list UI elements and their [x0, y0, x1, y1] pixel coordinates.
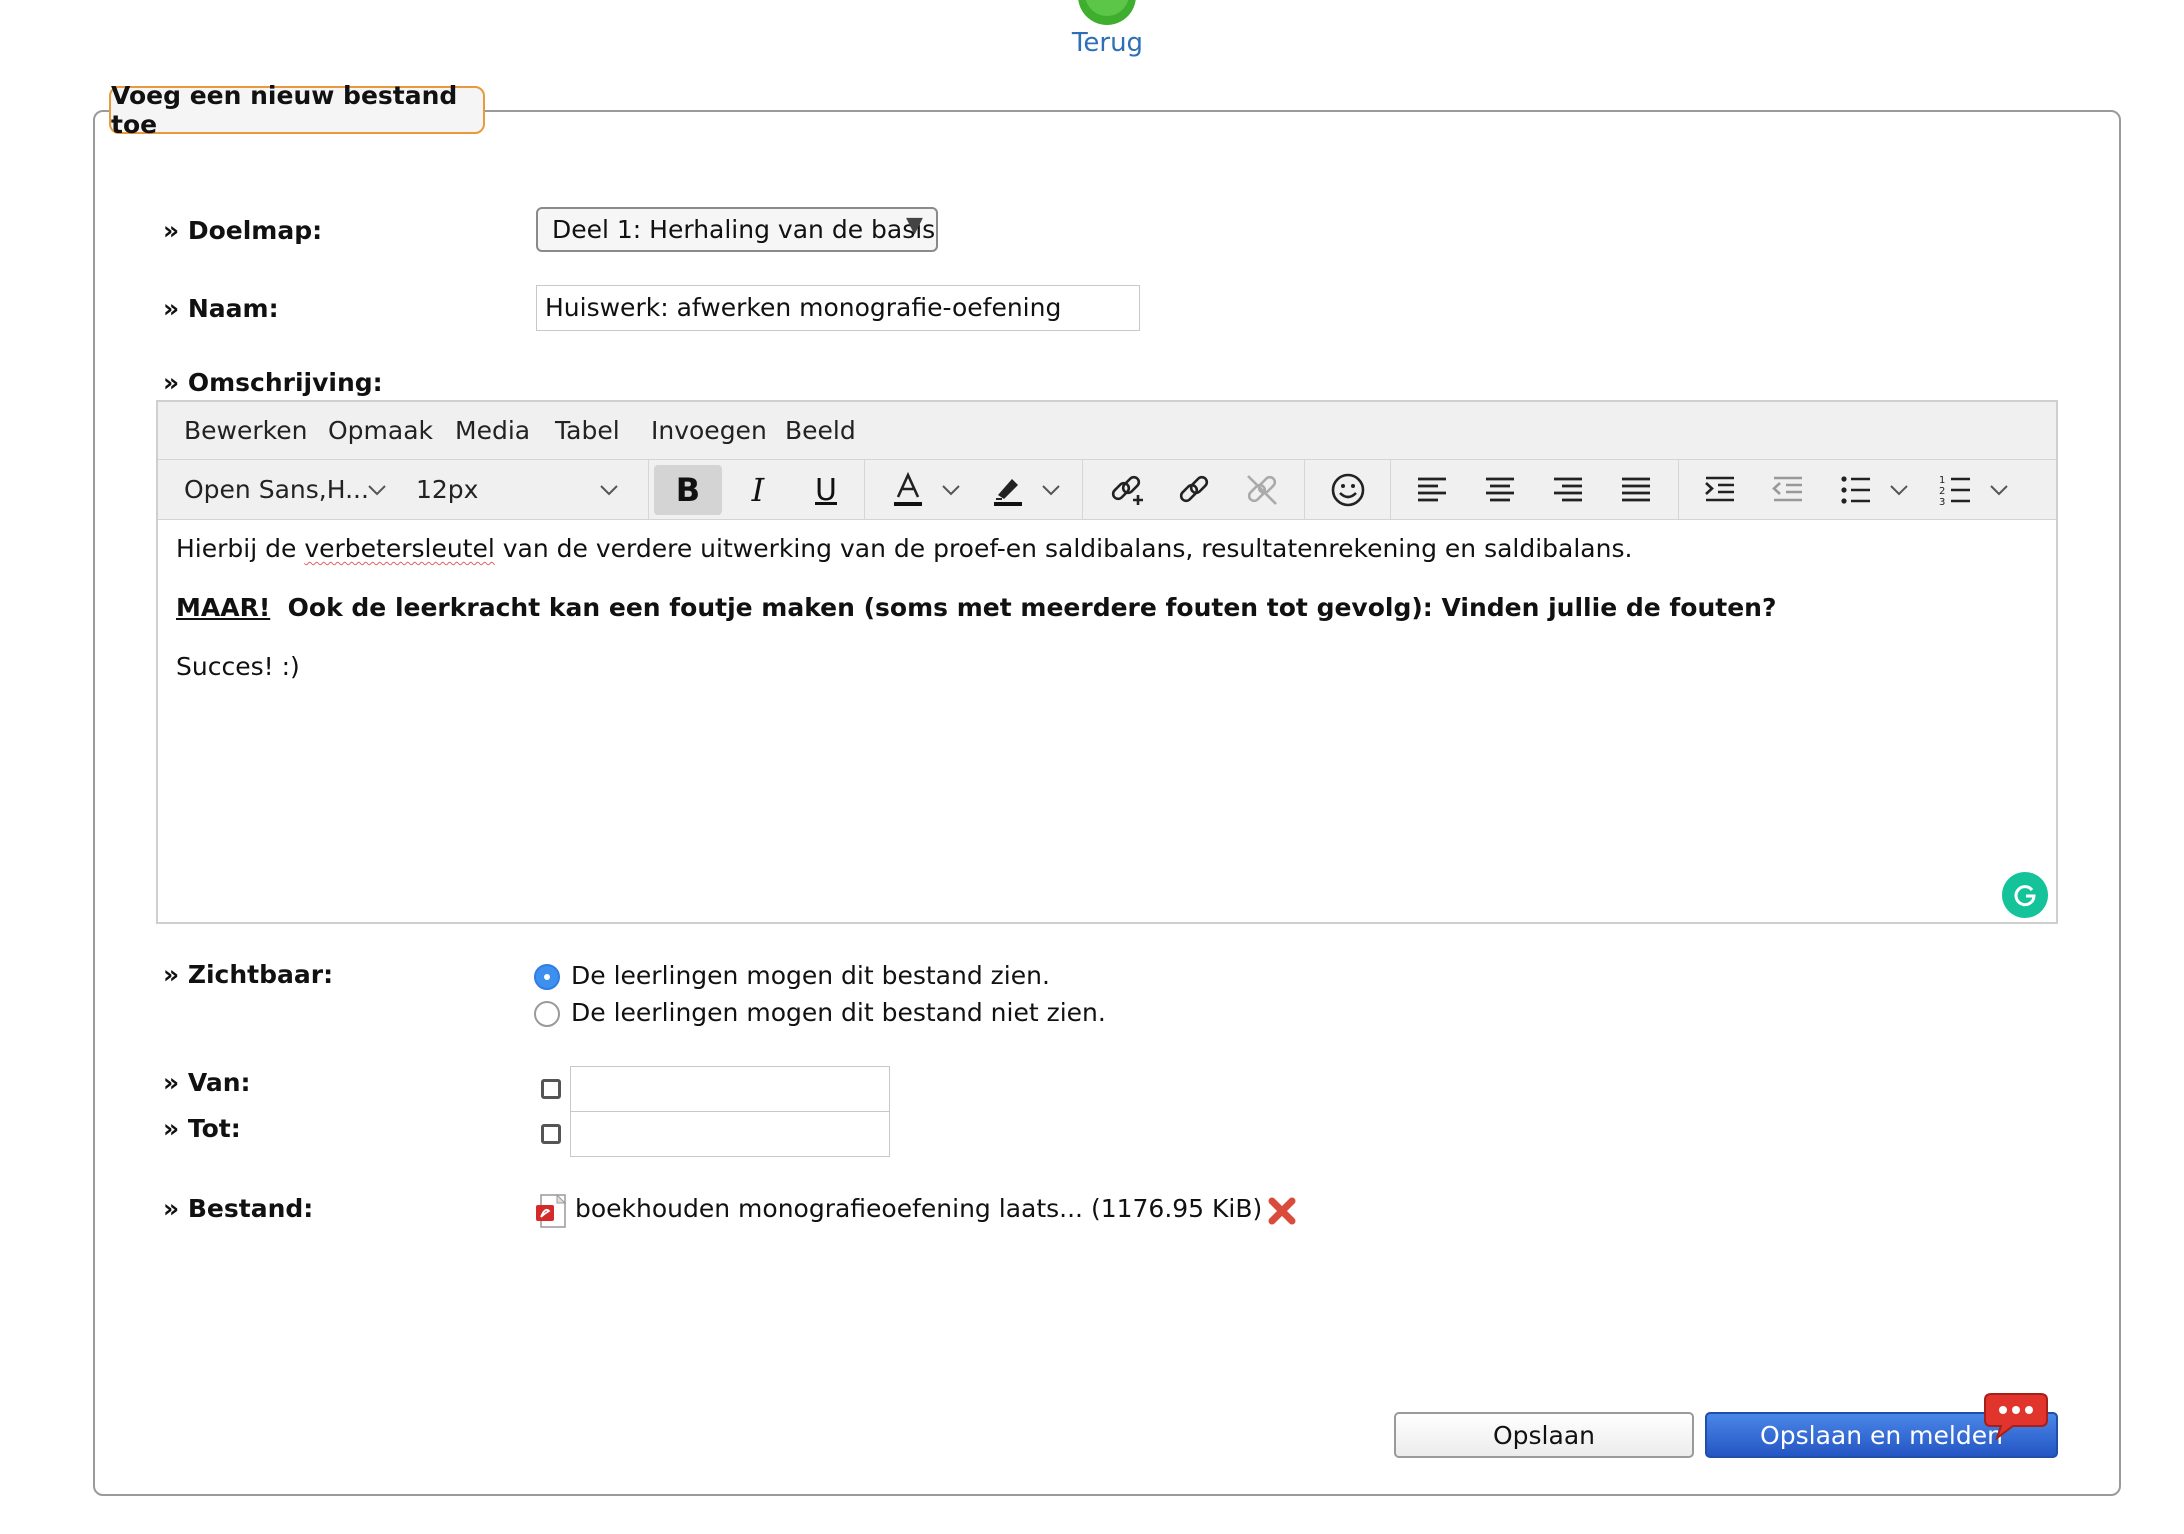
pdf-icon	[535, 1193, 569, 1233]
toolbar-divider	[1304, 460, 1305, 519]
toolbar-divider	[1678, 460, 1679, 519]
emoticons-icon[interactable]	[1320, 465, 1376, 515]
description-label: » Omschrijving:	[163, 368, 383, 397]
svg-text:1: 1	[1939, 475, 1945, 486]
chevron-down-icon[interactable]	[1036, 465, 1066, 515]
content-paragraph: Hierbij de verbetersleutel van de verder…	[176, 534, 1633, 563]
editor-toolbar: Open Sans,H... 12px B I U 1 2 3	[158, 460, 2056, 520]
indent-icon[interactable]	[1692, 465, 1748, 515]
chevron-down-icon[interactable]	[1984, 465, 2014, 515]
bullet-list-icon[interactable]	[1828, 465, 1884, 515]
from-label: » Van:	[163, 1068, 251, 1097]
unlink-icon[interactable]	[1234, 465, 1290, 515]
save-button[interactable]: Opslaan	[1394, 1412, 1694, 1458]
link-icon[interactable]	[1166, 465, 1222, 515]
to-date-input[interactable]	[570, 1111, 890, 1157]
editor-menubar: Bewerken Opmaak Media Tabel Invoegen Bee…	[158, 402, 2056, 460]
chevron-down-icon: ▼	[906, 213, 923, 238]
to-checkbox[interactable]	[541, 1124, 561, 1144]
target-folder-label: » Doelmap:	[163, 216, 323, 245]
visible-no-label[interactable]: De leerlingen mogen dit bestand niet zie…	[571, 998, 1106, 1027]
to-label: » Tot:	[163, 1114, 241, 1143]
chevron-down-icon[interactable]	[1884, 465, 1914, 515]
toolbar-divider	[648, 460, 649, 519]
menu-edit[interactable]: Bewerken	[184, 416, 307, 445]
name-label: » Naam:	[163, 294, 279, 323]
toolbar-divider	[1390, 460, 1391, 519]
toolbar-divider	[1082, 460, 1083, 519]
align-justify-icon[interactable]	[1608, 465, 1664, 515]
visible-yes-label[interactable]: De leerlingen mogen dit bestand zien.	[571, 961, 1050, 990]
align-left-icon[interactable]	[1404, 465, 1460, 515]
menu-table[interactable]: Tabel	[555, 416, 620, 445]
rich-text-editor: Bewerken Opmaak Media Tabel Invoegen Bee…	[156, 400, 2058, 924]
file-name: boekhouden monografieoefening laats... (…	[575, 1194, 1263, 1223]
toolbar-divider	[864, 460, 865, 519]
align-right-icon[interactable]	[1540, 465, 1596, 515]
highlight-color-icon[interactable]	[980, 465, 1036, 515]
misspelled-word: verbetersleutel	[304, 534, 495, 563]
underline-icon[interactable]: U	[794, 465, 858, 515]
chat-bubble-icon	[1983, 1390, 2049, 1446]
svg-text:3: 3	[1939, 497, 1945, 508]
menu-insert[interactable]: Invoegen	[651, 416, 767, 445]
delete-x-icon[interactable]	[1266, 1195, 1298, 1231]
content-paragraph: MAAR! Ook de leerkracht kan een foutje m…	[176, 593, 1777, 622]
chevron-down-icon[interactable]	[936, 465, 966, 515]
font-size-select[interactable]: 12px	[416, 475, 478, 504]
menu-view[interactable]: Beeld	[785, 416, 856, 445]
from-checkbox[interactable]	[541, 1079, 561, 1099]
from-date-input[interactable]	[570, 1066, 890, 1112]
menu-format[interactable]: Opmaak	[328, 416, 433, 445]
chevron-down-icon[interactable]	[594, 465, 624, 515]
content-paragraph: Succes! :)	[176, 652, 300, 681]
target-folder-select[interactable]: Deel 1: Herhaling van de basisb…	[536, 207, 938, 252]
editor-content[interactable]: Hierbij de verbetersleutel van de verder…	[176, 532, 2036, 709]
outdent-icon[interactable]	[1760, 465, 1816, 515]
text-color-icon[interactable]	[880, 465, 936, 515]
back-arrow-icon[interactable]	[1077, 0, 1137, 26]
insert-link-icon[interactable]	[1098, 465, 1154, 515]
menu-media[interactable]: Media	[455, 416, 530, 445]
visible-yes-radio[interactable]	[534, 964, 560, 990]
visible-no-radio[interactable]	[534, 1001, 560, 1027]
numbered-list-icon[interactable]: 123	[1928, 465, 1984, 515]
grammarly-icon[interactable]	[2002, 872, 2048, 918]
align-center-icon[interactable]	[1472, 465, 1528, 515]
form-legend: Voeg een nieuw bestand toe	[109, 81, 485, 139]
chevron-down-icon[interactable]	[362, 465, 392, 515]
svg-text:2: 2	[1939, 486, 1945, 497]
font-family-select[interactable]: Open Sans,H...	[184, 475, 369, 504]
back-link[interactable]: Terug	[1040, 28, 1175, 58]
italic-icon[interactable]: I	[726, 465, 790, 515]
visible-label: » Zichtbaar:	[163, 960, 334, 989]
name-input[interactable]: Huiswerk: afwerken monografie-oefening	[536, 285, 1140, 331]
bold-icon[interactable]: B	[654, 465, 722, 515]
file-label: » Bestand:	[163, 1194, 314, 1223]
